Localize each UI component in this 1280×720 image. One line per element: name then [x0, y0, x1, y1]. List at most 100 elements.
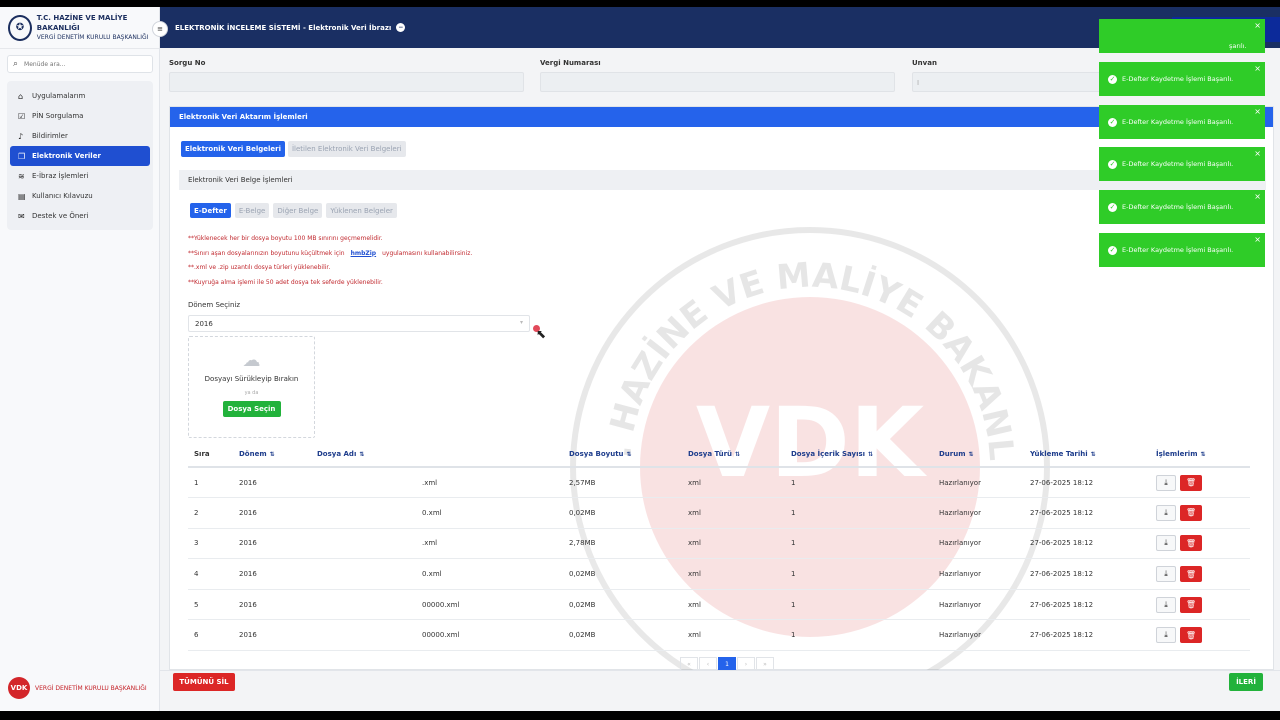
choose-file-button[interactable]: Dosya Seçin [222, 401, 281, 417]
cell-durum: Hazırlanıyor [933, 497, 1024, 529]
check-circle-icon: ✓ [1108, 117, 1117, 127]
tab-yuklenen-belgeler[interactable]: Yüklenen Belgeler [326, 203, 397, 218]
trash-icon[interactable]: 🗑 [1180, 474, 1202, 491]
col-icerik-sayisi[interactable]: Dosya İçerik Sayısı ⇅ [785, 442, 933, 468]
table-row: 2 2016 0.xml 0,02MB xml 1 Hazırlanıyor 27-06-20… [188, 497, 1250, 529]
trash-icon[interactable]: 🗑 [1180, 566, 1202, 583]
donem-label: Dönem Seçiniz [188, 301, 241, 309]
download-icon[interactable]: ⤓ [1156, 627, 1176, 644]
tab-ebelge[interactable]: E-Belge [234, 203, 270, 218]
download-icon[interactable]: ⤓ [1156, 596, 1176, 613]
cell-sira: 2 [188, 497, 233, 529]
menu-search[interactable]: ⌕ [7, 55, 153, 73]
cell-icerik-sayisi: 1 [785, 558, 933, 590]
trash-icon[interactable]: 🗑 [1180, 596, 1202, 613]
cloud-upload-icon: ☁ [242, 350, 261, 371]
trash-icon[interactable]: 🗑 [1180, 627, 1202, 644]
col-durum[interactable]: Durum ⇅ [933, 442, 1024, 468]
cell-yukleme-tarihi: 27-06-2025 18:12 [1024, 497, 1150, 529]
close-icon[interactable]: × [1254, 64, 1261, 73]
cell-durum: Hazırlanıyor [933, 589, 1024, 621]
close-icon[interactable]: × [1254, 21, 1261, 30]
sorgu-input [169, 72, 524, 92]
next-page-button[interactable]: › [737, 657, 755, 671]
col-dosya-turu[interactable]: Dosya Türü ⇅ [682, 442, 785, 468]
sidebar: ✪ T.C. HAZİNE VE MALİYE BAKANLIĞI VERGİ … [0, 7, 160, 711]
layers-icon: ≋ [18, 171, 25, 181]
file-drop-zone[interactable]: ☁ Dosyayı Sürükleyip Bırakın ya da Dosya… [188, 336, 315, 438]
cell-icerik-sayisi: 1 [785, 528, 933, 560]
close-icon[interactable]: × [1254, 107, 1261, 116]
sidebar-item-uygulamalarim[interactable]: ⌂ Uygulamalarım [10, 86, 150, 106]
sort-icon: ⇅ [735, 451, 741, 458]
check-circle-icon: ✓ [1108, 202, 1117, 212]
donem-select[interactable]: 2016 ▾ [188, 315, 530, 332]
sidebar-item-pin-sorgulama[interactable]: ☑ PİN Sorgulama [10, 106, 150, 126]
hmbzip-link[interactable]: hmbZip [351, 250, 377, 257]
cell-donem: 2016 [233, 528, 311, 560]
toast-notification[interactable]: ✓ E-Defter Kaydetme İşlemi Başarılı. × [1099, 105, 1265, 139]
cell-actions: ⤓ 🗑 [1150, 467, 1250, 499]
main-content: Sorgu No Vergi Numarası Unvan I Elektron… [160, 48, 1280, 707]
menu-search-input[interactable] [24, 60, 135, 68]
tab-edefter[interactable]: E-Defter [190, 203, 231, 218]
ministry-seal-icon: ✪ [8, 14, 32, 41]
sidebar-item-destek[interactable]: ✉ Destek ve Öneri [10, 206, 150, 226]
first-page-button[interactable]: « [680, 657, 698, 671]
toast-notification[interactable]: ✓ E-Defter Kaydetme İşlemi Başarılı. × [1099, 147, 1265, 181]
table-row: 5 2016 00000.xml 0,02MB xml 1 Hazırlanıyor 27-0… [188, 589, 1250, 621]
minus-circle-icon[interactable]: − [396, 23, 406, 32]
tab-elektronik-veri-belgeleri[interactable]: Elektronik Veri Belgeleri [181, 141, 285, 157]
delete-all-button[interactable]: TÜMÜNÜ SİL [173, 673, 235, 691]
col-dosya-boyutu[interactable]: Dosya Boyutu ⇅ [563, 442, 682, 468]
sidebar-item-eibraz[interactable]: ≋ E-İbraz İşlemleri [10, 166, 150, 186]
cell-dosya-boyutu: 2,78MB [563, 528, 682, 560]
toast-notification[interactable]: şarılı. × [1099, 19, 1265, 53]
cell-yukleme-tarihi: 27-06-2025 18:12 [1024, 528, 1150, 560]
note-2: **Sınırı aşan dosyalarınızın boyutunu kü… [188, 249, 473, 257]
toast-notification[interactable]: ✓ E-Defter Kaydetme İşlemi Başarılı. × [1099, 190, 1265, 224]
last-page-button[interactable]: » [756, 657, 774, 671]
trash-icon[interactable]: 🗑 [1180, 504, 1202, 521]
close-icon[interactable]: × [1254, 192, 1261, 201]
cell-yukleme-tarihi: 27-06-2025 18:12 [1024, 619, 1150, 652]
cell-durum: Hazırlanıyor [933, 619, 1024, 652]
drop-text: Dosyayı Sürükleyip Bırakın [204, 375, 299, 383]
page-current[interactable]: 1 [718, 657, 736, 671]
close-icon[interactable]: × [1254, 235, 1261, 244]
col-donem[interactable]: Dönem ⇅ [233, 442, 311, 468]
sidebar-item-bildirimler[interactable]: ♪ Bildirimler [10, 126, 150, 146]
app-window: ✪ T.C. HAZİNE VE MALİYE BAKANLIĞI VERGİ … [0, 7, 1280, 711]
sidebar-menu: ⌂ Uygulamalarım ☑ PİN Sorgulama ♪ Bildiriml… [7, 81, 153, 230]
download-icon[interactable]: ⤓ [1156, 474, 1176, 491]
download-icon[interactable]: ⤓ [1156, 535, 1176, 552]
cell-durum: Hazırlanıyor [933, 558, 1024, 590]
brand-title: T.C. HAZİNE VE MALİYE BAKANLIĞI [36, 13, 128, 32]
prev-page-button[interactable]: ‹ [699, 657, 717, 671]
pagination: « ‹ 1 › » [680, 657, 775, 671]
sidebar-footer-text: VERGİ DENETİM KURULU BAŞKANLIĞI [35, 684, 147, 692]
tab-iletilen-belgeler[interactable]: İletilen Elektronik Veri Belgeleri [287, 141, 406, 157]
sidebar-toggle-button[interactable]: ≡ [152, 21, 168, 37]
close-icon[interactable]: × [1254, 149, 1261, 158]
col-islemlerim[interactable]: İşlemlerim ⇅ [1150, 442, 1250, 468]
next-button[interactable]: İLERİ [1229, 673, 1263, 691]
tab-diger-belge[interactable]: Diğer Belge [273, 203, 323, 218]
download-icon[interactable]: ⤓ [1156, 566, 1176, 583]
trash-icon[interactable]: 🗑 [1180, 535, 1202, 552]
col-yukleme-tarihi[interactable]: Yükleme Tarihi ⇅ [1024, 442, 1150, 468]
table-body: 1 2016 .xml 2,57MB xml 1 Hazırlanıyor 27-06-202… [188, 467, 1250, 652]
donem-value: 2016 [195, 320, 213, 328]
check-circle-icon: ✓ [1108, 74, 1117, 84]
document-tabs: Elektronik Veri Belgeleri İletilen Elekt… [181, 141, 409, 157]
note-4: **Kuyruğa alma işlemi ile 50 adet dosya … [188, 278, 383, 286]
cell-dosya-adi: 00000.xml [311, 619, 563, 652]
toast-notification[interactable]: ✓ E-Defter Kaydetme İşlemi Başarılı. × [1099, 62, 1265, 96]
download-icon[interactable]: ⤓ [1156, 504, 1176, 521]
col-dosya-adi[interactable]: Dosya Adı ⇅ [311, 442, 563, 468]
toast-notification[interactable]: ✓ E-Defter Kaydetme İşlemi Başarılı. × [1099, 233, 1265, 267]
sidebar-item-kilavuz[interactable]: ▤ Kullanıcı Kılavuzu [10, 186, 150, 206]
sidebar-item-elektronik-veriler[interactable]: ❐ Elektronik Veriler [10, 146, 150, 166]
note-1: **Yüklenecek her bir dosya boyutu 100 MB… [188, 235, 383, 242]
cell-donem: 2016 [233, 619, 311, 652]
